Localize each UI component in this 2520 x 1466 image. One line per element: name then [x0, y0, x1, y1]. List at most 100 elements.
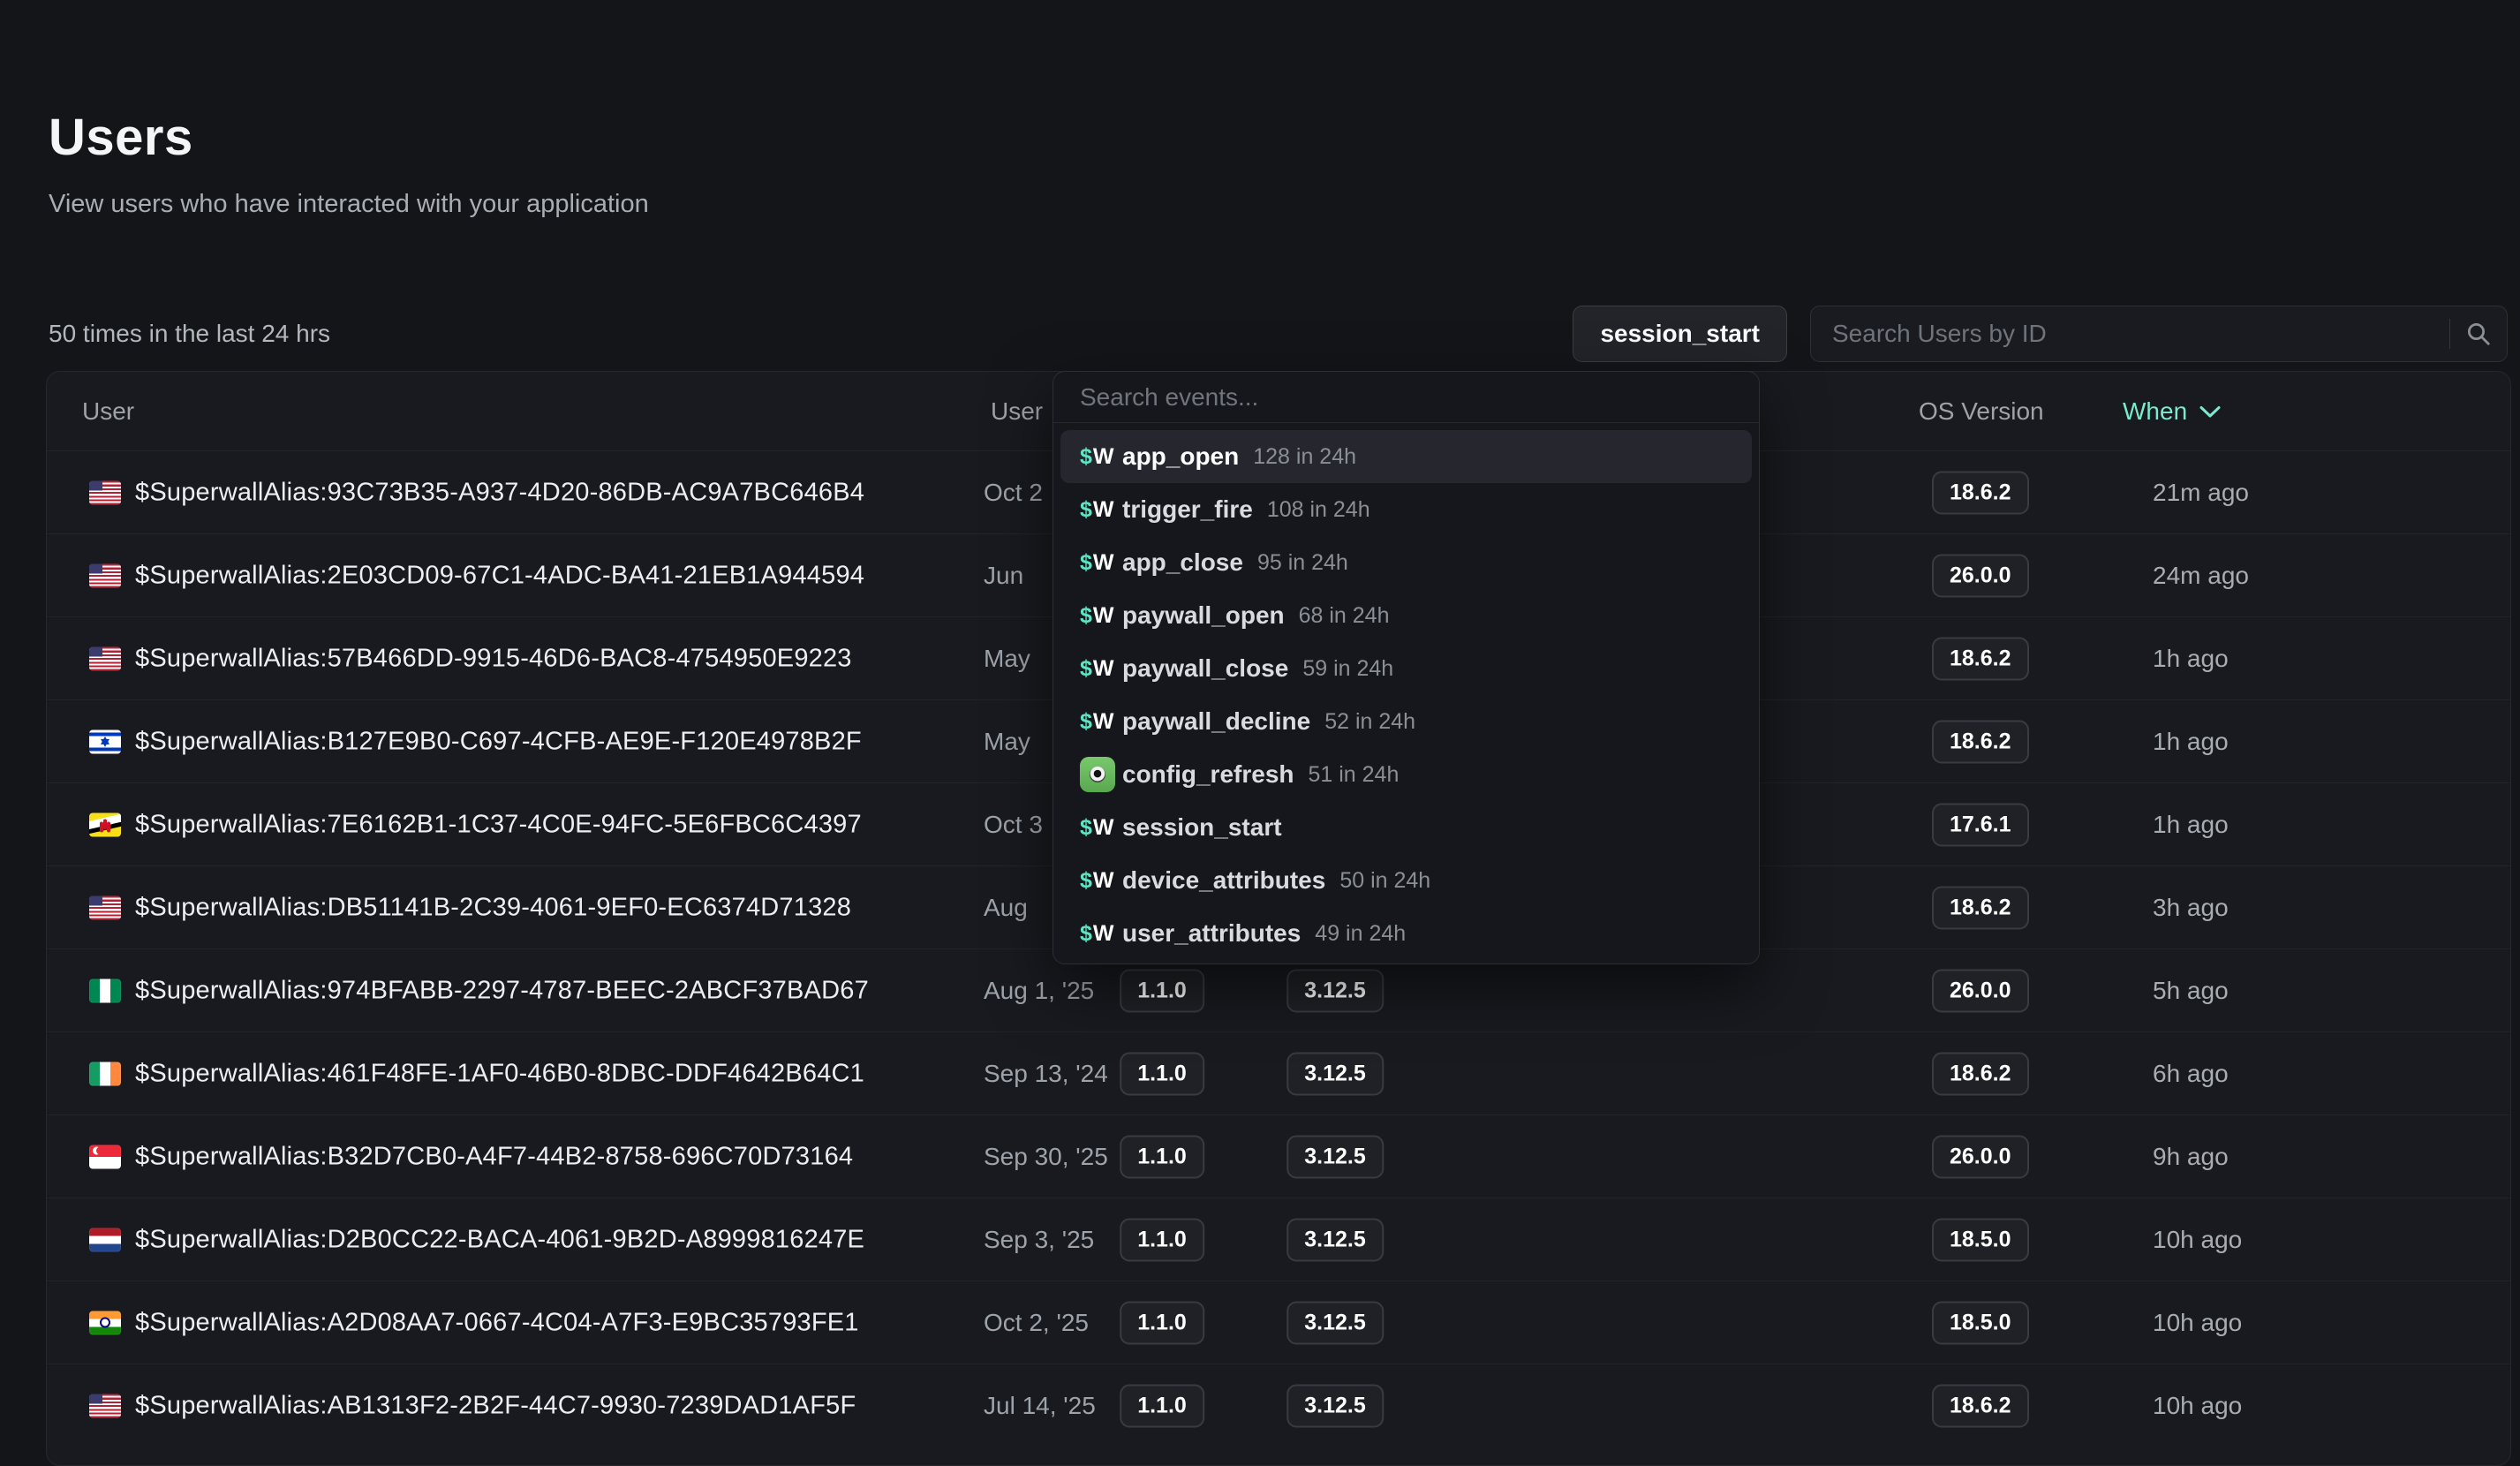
sdk-version-badge: 3.12.5	[1286, 1052, 1384, 1095]
w-glyph: W	[1093, 709, 1114, 735]
country-cell	[89, 1394, 121, 1418]
sdk-version-cell: 3.12.5	[1286, 1218, 1384, 1261]
search-events-input[interactable]	[1053, 372, 1759, 422]
page-title: Users	[49, 108, 193, 167]
w-glyph: W	[1093, 921, 1114, 947]
sdk-version-badge: 3.12.5	[1286, 1135, 1384, 1178]
us-flag-icon	[89, 1394, 121, 1418]
w-glyph: W	[1093, 868, 1114, 894]
country-cell	[89, 1145, 121, 1168]
user-alias: $SuperwallAlias:461F48FE-1AF0-46B0-8DBC-…	[135, 1059, 864, 1088]
when-cell: 10h ago	[2153, 1226, 2242, 1254]
os-version-cell: 26.0.0	[1932, 554, 2029, 597]
column-header-user-since: User	[991, 372, 1043, 451]
table-row[interactable]: $SuperwallAlias:A2D08AA7-0667-4C04-A7F3-…	[47, 1281, 2510, 1364]
superwall-logo-icon: $W	[1080, 868, 1122, 894]
event-count-summary: 50 times in the last 24 hrs	[49, 320, 330, 348]
os-version-badge: 18.6.2	[1932, 1052, 2029, 1095]
search-users-input[interactable]	[1811, 306, 2449, 361]
os-version-cell: 18.6.2	[1932, 720, 2029, 763]
when-cell: 1h ago	[2153, 728, 2229, 756]
superwall-logo-icon: $W	[1080, 656, 1122, 682]
event-option-paywall_decline[interactable]: $Wpaywall_decline52 in 24h	[1060, 695, 1752, 748]
event-label: user_attributes	[1122, 919, 1301, 948]
country-cell	[89, 1062, 121, 1085]
user-alias: $SuperwallAlias:57B466DD-9915-46D6-BAC8-…	[135, 644, 852, 673]
country-cell	[89, 895, 121, 919]
os-version-cell: 18.6.2	[1932, 886, 2029, 929]
os-version-badge: 18.6.2	[1932, 720, 2029, 763]
country-cell	[89, 480, 121, 504]
os-version-cell: 26.0.0	[1932, 969, 2029, 1012]
superwall-logo-icon: $W	[1080, 497, 1122, 523]
os-version-badge: 18.6.2	[1932, 1385, 2029, 1428]
w-glyph: W	[1093, 603, 1114, 629]
user-alias: $SuperwallAlias:DB51141B-2C39-4061-9EF0-…	[135, 893, 851, 922]
us-flag-icon	[89, 646, 121, 670]
os-version-cell: 18.6.2	[1932, 637, 2029, 680]
sdk-version-badge: 3.12.5	[1286, 969, 1384, 1012]
table-row[interactable]: $SuperwallAlias:AB1313F2-2B2F-44C7-9930-…	[47, 1364, 2510, 1447]
user-alias: $SuperwallAlias:D2B0CC22-BACA-4061-9B2D-…	[135, 1225, 864, 1254]
event-option-app_open[interactable]: $Wapp_open128 in 24h	[1060, 430, 1752, 483]
app-version-cell: 1.1.0	[1120, 1135, 1204, 1178]
app-version-cell: 1.1.0	[1120, 1301, 1204, 1344]
column-header-user: User	[82, 372, 134, 451]
dollar-glyph: $	[1080, 497, 1092, 523]
when-cell: 1h ago	[2153, 811, 2229, 839]
country-cell	[89, 1228, 121, 1251]
event-option-user_attributes[interactable]: $Wuser_attributes 49 in 24h	[1060, 907, 1752, 960]
superwall-logo-icon: $W	[1080, 444, 1122, 470]
w-glyph: W	[1093, 550, 1114, 576]
table-row[interactable]: $SuperwallAlias:D2B0CC22-BACA-4061-9B2D-…	[47, 1198, 2510, 1281]
user-alias: $SuperwallAlias:B127E9B0-C697-4CFB-AE9E-…	[135, 727, 862, 756]
event-option-config_refresh[interactable]: config_refresh51 in 24h	[1060, 748, 1752, 801]
table-row[interactable]: $SuperwallAlias:B32D7CB0-A4F7-44B2-8758-…	[47, 1115, 2510, 1198]
user-since-date: Aug 1, '25	[984, 977, 1094, 1005]
superwall-logo-icon: $W	[1080, 921, 1122, 947]
bn-flag-icon	[89, 812, 121, 836]
country-cell	[89, 979, 121, 1002]
column-header-os-version: OS Version	[1919, 372, 2044, 451]
event-option-session_start[interactable]: $Wsession_start	[1060, 801, 1752, 854]
event-option-device_attributes[interactable]: $Wdevice_attributes50 in 24h	[1060, 854, 1752, 907]
when-cell: 24m ago	[2153, 562, 2249, 590]
event-option-paywall_open[interactable]: $Wpaywall_open68 in 24h	[1060, 589, 1752, 642]
event-count-24h: 49 in 24h	[1315, 921, 1406, 947]
event-count-24h: 51 in 24h	[1309, 762, 1400, 788]
column-header-when-sort[interactable]: When	[2123, 372, 2221, 451]
os-version-badge: 26.0.0	[1932, 554, 2029, 597]
sdk-version-cell: 3.12.5	[1286, 1052, 1384, 1095]
table-row[interactable]: $SuperwallAlias:461F48FE-1AF0-46B0-8DBC-…	[47, 1032, 2510, 1115]
user-since-date: Sep 3, '25	[984, 1226, 1094, 1254]
w-glyph: W	[1093, 656, 1114, 682]
os-version-badge: 17.6.1	[1932, 803, 2029, 846]
app-version-cell: 1.1.0	[1120, 1385, 1204, 1428]
event-option-paywall_close[interactable]: $Wpaywall_close59 in 24h	[1060, 642, 1752, 695]
user-since-date: Sep 30, '25	[984, 1143, 1108, 1171]
event-option-trigger_fire[interactable]: $Wtrigger_fire108 in 24h	[1060, 483, 1752, 536]
country-cell	[89, 729, 121, 753]
sdk-version-badge: 3.12.5	[1286, 1218, 1384, 1261]
user-alias: $SuperwallAlias:7E6162B1-1C37-4C0E-94FC-…	[135, 810, 862, 839]
user-since-date: Sep 13, '24	[984, 1060, 1108, 1088]
event-filter-button[interactable]: session_start	[1573, 306, 1787, 362]
w-glyph: W	[1093, 444, 1114, 470]
os-version-badge: 26.0.0	[1932, 1135, 2029, 1178]
country-cell	[89, 563, 121, 587]
app-version-badge: 1.1.0	[1120, 1135, 1204, 1178]
os-version-badge: 18.6.2	[1932, 637, 2029, 680]
when-cell: 1h ago	[2153, 645, 2229, 673]
sdk-version-cell: 3.12.5	[1286, 1135, 1384, 1178]
user-alias: $SuperwallAlias:2E03CD09-67C1-4ADC-BA41-…	[135, 561, 864, 590]
event-count-24h: 52 in 24h	[1324, 709, 1415, 735]
superwall-logo-icon: $W	[1080, 709, 1122, 735]
sg-flag-icon	[89, 1145, 121, 1168]
event-option-app_close[interactable]: $Wapp_close95 in 24h	[1060, 536, 1752, 589]
user-alias: $SuperwallAlias:974BFABB-2297-4787-BEEC-…	[135, 976, 869, 1005]
os-version-cell: 18.5.0	[1932, 1301, 2029, 1344]
country-cell	[89, 812, 121, 836]
superwall-logo-icon: $W	[1080, 550, 1122, 576]
w-glyph: W	[1093, 497, 1114, 523]
event-count-24h: 59 in 24h	[1302, 656, 1393, 682]
